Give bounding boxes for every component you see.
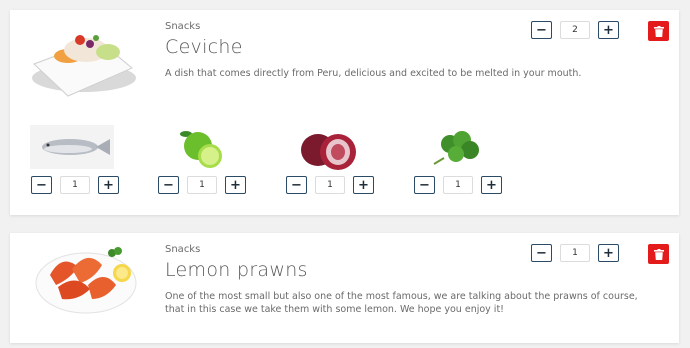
- item-category: Snacks: [165, 244, 201, 255]
- ingredient-red-onion: [298, 126, 360, 176]
- decrement-button[interactable]: −: [286, 176, 307, 194]
- ingredient-stepper: − 1 +: [414, 176, 502, 194]
- fish-image: [30, 125, 114, 169]
- increment-button[interactable]: +: [481, 176, 502, 194]
- delete-button[interactable]: [648, 244, 669, 264]
- increment-button[interactable]: +: [98, 176, 119, 194]
- cart-item-ceviche: Snacks Ceviche A dish that comes directl…: [10, 10, 679, 215]
- red-onion-image: [301, 134, 356, 170]
- ingredient-stepper: − 1 +: [31, 176, 119, 194]
- lime-image: [180, 131, 222, 168]
- increment-button[interactable]: +: [353, 176, 374, 194]
- increment-button[interactable]: +: [598, 21, 619, 39]
- increment-button[interactable]: +: [598, 244, 619, 262]
- decrement-button[interactable]: −: [31, 176, 52, 194]
- ingredient-stepper: − 1 +: [286, 176, 374, 194]
- increment-button[interactable]: +: [225, 176, 246, 194]
- quantity-value[interactable]: 1: [443, 176, 473, 194]
- quantity-value[interactable]: 2: [560, 21, 590, 39]
- ingredient-stepper: − 1 +: [158, 176, 246, 194]
- item-description: A dish that comes directly from Peru, de…: [165, 68, 582, 79]
- quantity-value[interactable]: 1: [560, 244, 590, 262]
- ingredient-fish: [30, 125, 114, 173]
- item-description: One of the most small but also one of th…: [165, 291, 638, 315]
- item-title: Ceviche: [165, 36, 243, 58]
- decrement-button[interactable]: −: [158, 176, 179, 194]
- trash-icon: [653, 248, 664, 260]
- quantity-stepper: − 2 +: [531, 21, 619, 39]
- cilantro-image: [433, 131, 479, 165]
- quantity-stepper: − 1 +: [531, 244, 619, 262]
- lemon-prawns-image: [35, 247, 137, 314]
- decrement-button[interactable]: −: [531, 21, 552, 39]
- delete-button[interactable]: [648, 21, 669, 41]
- decrement-button[interactable]: −: [531, 244, 552, 262]
- ingredient-lime: [180, 126, 226, 176]
- item-title: Lemon prawns: [165, 259, 308, 281]
- ingredient-cilantro: [430, 126, 486, 174]
- quantity-value[interactable]: 1: [187, 176, 217, 194]
- ceviche-image: [32, 35, 136, 97]
- cart-item-lemon-prawns: Snacks Lemon prawns One of the most smal…: [10, 233, 679, 343]
- item-category: Snacks: [165, 21, 201, 32]
- trash-icon: [653, 25, 664, 37]
- decrement-button[interactable]: −: [414, 176, 435, 194]
- quantity-value[interactable]: 1: [315, 176, 345, 194]
- quantity-value[interactable]: 1: [60, 176, 90, 194]
